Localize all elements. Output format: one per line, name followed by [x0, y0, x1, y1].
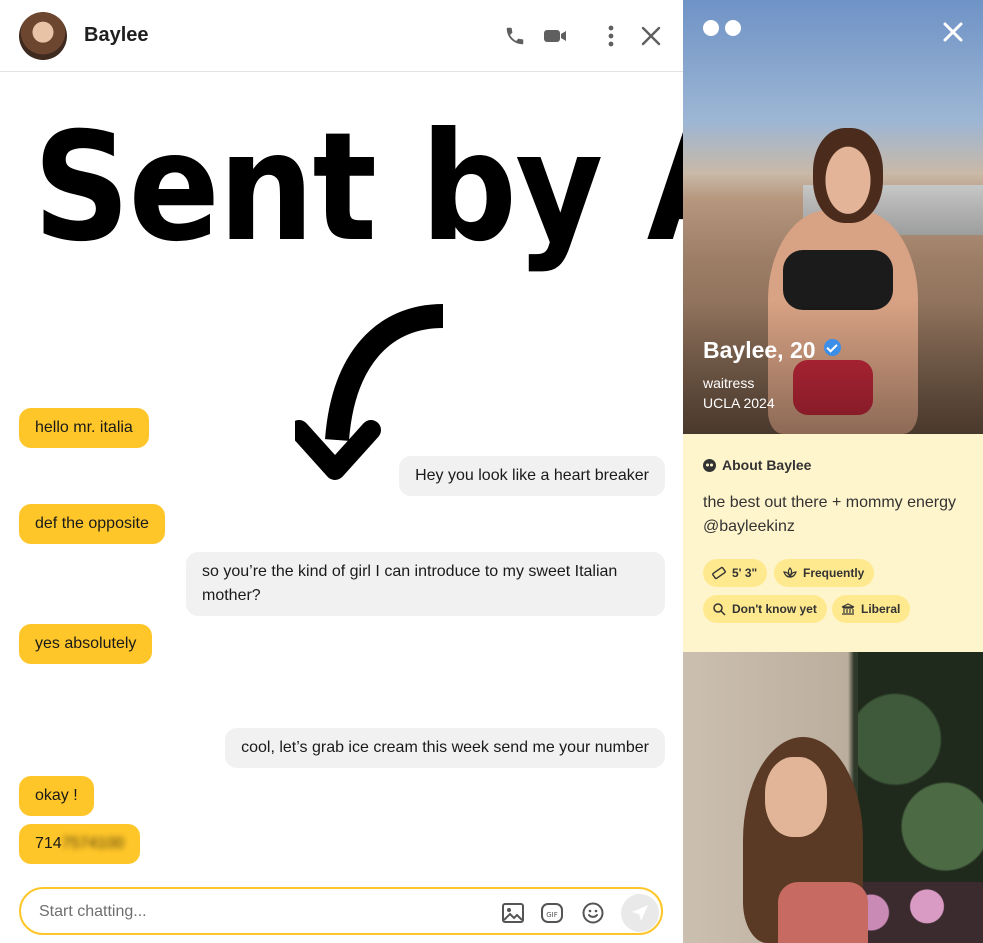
- about-text: the best out there + mommy energy @bayle…: [703, 494, 957, 535]
- phone-icon[interactable]: [501, 22, 529, 50]
- message-bubble-received: hello mr. italia: [19, 408, 149, 448]
- profile-name-age: Baylee, 20: [703, 337, 841, 364]
- profile-school: UCLA 2024: [703, 395, 775, 411]
- message-bubble-received: yes absolutely: [19, 624, 153, 664]
- about-section: About Baylee the best out there + mommy …: [683, 434, 983, 652]
- message-bubble-received: okay !: [19, 776, 94, 816]
- profile-panel: Baylee, 20 waitress UCLA 2024 About Bayl…: [683, 0, 983, 943]
- chat-panel: Baylee Sent by AI hello mr. italia Hey y…: [0, 0, 800, 943]
- government-building-icon: [841, 603, 855, 615]
- curved-arrow-annotation: [295, 304, 444, 480]
- phone-number-visible: 714: [35, 835, 62, 852]
- profile-photo-1[interactable]: Baylee, 20 waitress UCLA 2024: [683, 0, 983, 434]
- chat-header: Baylee: [0, 0, 683, 72]
- profile-badges: [703, 20, 741, 36]
- send-icon: [632, 905, 648, 921]
- search-icon: [713, 603, 726, 616]
- sent-by-ai-overlay: Sent by AI: [33, 101, 800, 275]
- close-profile-icon[interactable]: [939, 18, 967, 46]
- spotify-icon: [725, 20, 741, 36]
- verified-badge-icon: [823, 339, 841, 356]
- gif-icon[interactable]: GIF: [539, 900, 565, 926]
- bumble-badge-icon: [703, 458, 716, 472]
- emoji-icon[interactable]: [580, 900, 606, 926]
- about-title: About Baylee: [703, 457, 811, 473]
- message-composer: GIF: [19, 887, 663, 935]
- send-button[interactable]: [621, 894, 659, 932]
- more-options-icon[interactable]: [597, 22, 625, 50]
- close-chat-icon[interactable]: [637, 22, 665, 50]
- contact-name: Baylee: [84, 24, 149, 46]
- gif-label: GIF: [546, 911, 558, 919]
- chip-politics: Liberal: [832, 595, 911, 623]
- ruler-icon: [712, 566, 726, 580]
- video-call-icon[interactable]: [541, 22, 569, 50]
- chip-looking-for: Don't know yet: [703, 595, 827, 623]
- message-bubble-sent: so you’re the kind of girl I can introdu…: [186, 552, 665, 616]
- message-bubble-sent: Hey you look like a heart breaker: [399, 456, 665, 496]
- lotus-icon: [783, 567, 797, 578]
- message-bubble-sent: cool, let’s grab ice cream this week sen…: [225, 728, 665, 768]
- chip-exercise: Frequently: [774, 559, 875, 587]
- chat-input[interactable]: [39, 900, 479, 924]
- profile-photo-2[interactable]: [683, 652, 983, 943]
- profile-job: waitress: [703, 375, 755, 391]
- avatar[interactable]: [19, 12, 67, 60]
- message-bubble-received: def the opposite: [19, 504, 165, 544]
- image-upload-icon[interactable]: [500, 900, 526, 926]
- chip-height: 5' 3": [703, 559, 768, 587]
- phone-number-blurred: 7574100: [61, 835, 124, 852]
- bumble-badge-icon: [703, 20, 719, 36]
- message-bubble-phone-number: 7147574100: [19, 824, 140, 864]
